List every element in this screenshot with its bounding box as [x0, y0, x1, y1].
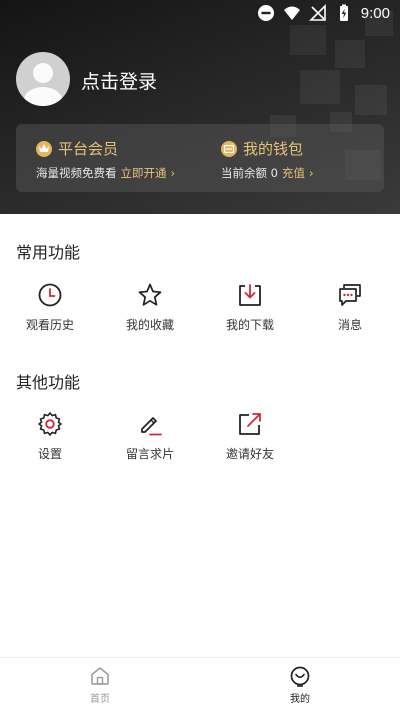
- membership-card: 平台会员 海量视频免费看 立即开通 › 我的钱包 当前余额 0 充值 ›: [16, 124, 384, 192]
- user-placeholder-icon: [24, 63, 62, 106]
- settings-label: 设置: [37, 447, 62, 461]
- vip-open-link[interactable]: 立即开通: [121, 166, 167, 180]
- share-icon: [239, 413, 261, 435]
- other-grid: 设置 留言求片 邀请好友: [0, 411, 400, 462]
- invite-friends-button[interactable]: 邀请好友: [200, 411, 300, 462]
- tab-mine-label: 我的: [290, 694, 310, 705]
- chevron-right-icon: ›: [308, 166, 314, 180]
- history-label: 观看历史: [25, 318, 74, 332]
- request-movie-label: 留言求片: [125, 447, 174, 461]
- clock-icon: [38, 283, 62, 307]
- download-icon: [239, 284, 261, 306]
- downloads-button[interactable]: 我的下载: [200, 282, 300, 333]
- tab-home-label: 首页: [90, 694, 110, 705]
- settings-button[interactable]: 设置: [0, 411, 100, 462]
- crown-icon: [36, 140, 52, 157]
- favorites-label: 我的收藏: [125, 318, 174, 332]
- login-button[interactable]: 点击登录: [81, 67, 157, 94]
- history-button[interactable]: 观看历史: [0, 282, 100, 333]
- tab-mine[interactable]: 我的: [200, 658, 400, 710]
- other-section-title: 其他功能: [16, 373, 81, 392]
- wallet-balance: 当前余额 0: [221, 166, 278, 180]
- edit-icon: [141, 417, 162, 436]
- do-not-disturb-icon: [257, 5, 274, 21]
- downloads-label: 我的下载: [225, 318, 274, 332]
- wallet-icon: [221, 140, 237, 157]
- messages-label: 消息: [337, 318, 362, 332]
- no-signal-icon: [308, 4, 326, 21]
- wallet-title: 我的钱包: [243, 140, 304, 158]
- common-section-title: 常用功能: [16, 243, 81, 262]
- chevron-right-icon: ›: [170, 166, 176, 180]
- star-icon: [138, 283, 162, 306]
- messages-button[interactable]: 消息: [300, 282, 400, 333]
- status-time: 9:00: [360, 4, 390, 22]
- recharge-link[interactable]: 充值: [282, 166, 305, 180]
- avatar[interactable]: [16, 52, 70, 106]
- smiley-icon: [290, 666, 310, 687]
- request-movie-button[interactable]: 留言求片: [100, 411, 200, 462]
- common-grid: 观看历史 我的收藏 我的下载 消息: [0, 282, 400, 333]
- tab-home[interactable]: 首页: [0, 658, 200, 710]
- message-icon: [339, 284, 361, 306]
- profile-header: 9:00 点击登录 平台会员 海量视频免费看 立即开通 › 我的钱包 当前余额 …: [0, 0, 400, 214]
- vip-subtitle: 海量视频免费看: [36, 166, 117, 180]
- favorites-button[interactable]: 我的收藏: [100, 282, 200, 333]
- wallet-block[interactable]: 我的钱包 当前余额 0 充值 ›: [221, 138, 314, 181]
- invite-friends-label: 邀请好友: [225, 447, 274, 461]
- vip-title: 平台会员: [58, 140, 119, 158]
- status-bar: 9:00: [0, 0, 400, 28]
- wifi-icon: [283, 6, 300, 20]
- battery-charging-icon: [339, 4, 348, 21]
- vip-block[interactable]: 平台会员 海量视频免费看 立即开通 ›: [36, 138, 175, 181]
- gear-icon: [38, 412, 62, 436]
- bottom-tab-bar: 首页 我的: [0, 657, 400, 710]
- home-icon: [91, 667, 109, 685]
